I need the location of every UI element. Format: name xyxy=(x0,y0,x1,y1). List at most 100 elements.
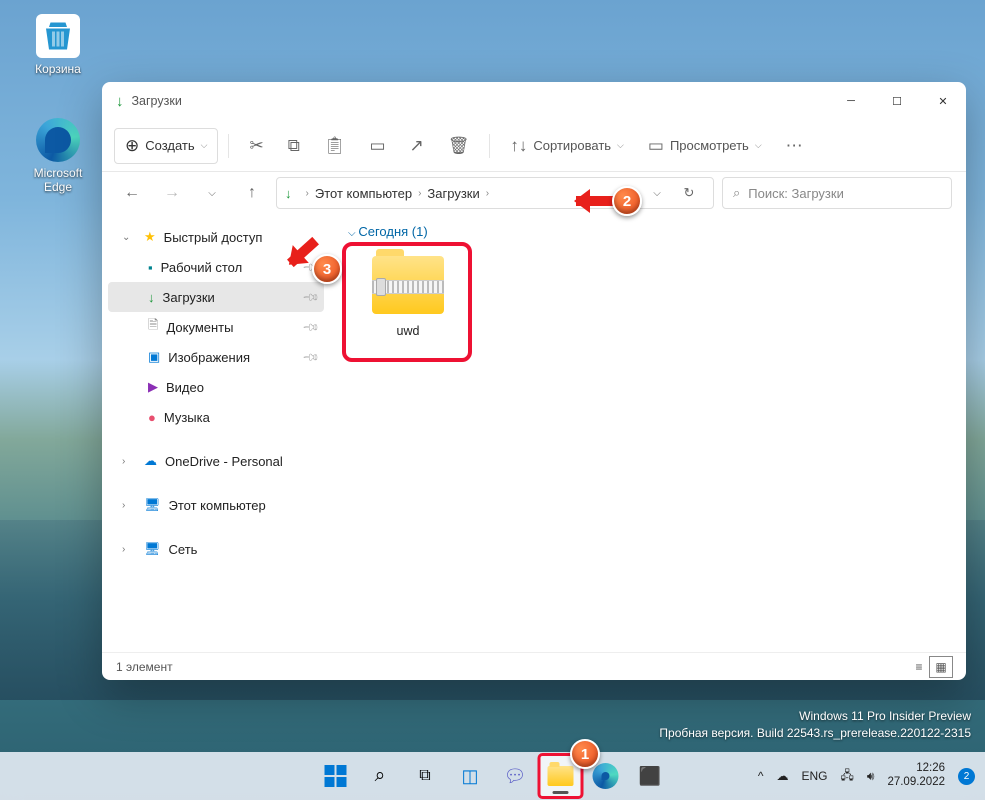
paste-icon: 📋︎ xyxy=(324,136,346,156)
file-item-uwd[interactable]: uwd xyxy=(348,248,468,338)
sidebar: ⌄★Быстрый доступ ▪Рабочий стол📌︎ ↓Загруз… xyxy=(102,214,330,652)
download-icon: ↓ xyxy=(148,290,155,305)
tray-volume-icon[interactable]: 🔊︎ xyxy=(867,769,875,784)
recent-button[interactable]: ⌵ xyxy=(196,177,228,209)
folder-icon xyxy=(547,766,573,786)
trash-icon: 🗑︎ xyxy=(448,136,470,156)
taskbar: ⌕ ⧉ ◫ 💬︎ ⬛ ^ ☁ ENG 🖧︎ 🔊︎ 12:2627.09.2022… xyxy=(0,752,985,800)
annotation-marker-2: 2 xyxy=(612,186,642,216)
sidebar-item-pictures[interactable]: ▣Изображения📌︎ xyxy=(108,342,324,372)
sidebar-item-documents[interactable]: 🗎Документы📌︎ xyxy=(108,312,324,342)
paste-button[interactable]: 📋︎ xyxy=(314,128,356,164)
status-text: 1 элемент xyxy=(116,660,173,674)
sidebar-item-onedrive[interactable]: ›☁OneDrive - Personal xyxy=(108,446,324,476)
content-pane[interactable]: ⌵ Сегодня (1) uwd xyxy=(330,214,966,652)
nav-row: ← → ⌵ ↑ ↓› Этот компьютер› Загрузки› ⌵ ↻… xyxy=(102,172,966,214)
system-tray: ^ ☁ ENG 🖧︎ 🔊︎ 12:2627.09.2022 2 xyxy=(758,762,975,790)
delete-button[interactable]: 🗑︎ xyxy=(438,128,480,164)
group-header-today[interactable]: ⌵ Сегодня (1) xyxy=(348,224,948,239)
picture-icon: ▣ xyxy=(148,349,160,365)
tray-notifications[interactable]: 2 xyxy=(958,768,975,785)
desktop-icon: ▪ xyxy=(148,260,153,275)
copy-button[interactable]: ⧉ xyxy=(278,128,310,164)
tray-language[interactable]: ENG xyxy=(801,769,827,783)
breadcrumb-pc[interactable]: Этот компьютер xyxy=(315,186,412,201)
sidebar-item-music[interactable]: ●Музыка xyxy=(108,402,324,432)
recycle-bin-icon xyxy=(36,14,80,58)
desktop-icon-edge[interactable]: Microsoft Edge xyxy=(20,118,96,194)
file-name: uwd xyxy=(348,324,468,338)
taskview-icon: ⧉ xyxy=(419,767,430,785)
sort-button[interactable]: ↑↓Сортировать⌵ xyxy=(500,128,634,164)
pc-icon: 🖥︎ xyxy=(144,497,161,513)
minimize-button[interactable]: ─ xyxy=(828,85,874,117)
tray-network-icon[interactable]: 🖧︎ xyxy=(840,766,853,787)
sidebar-item-videos[interactable]: ▶Видео xyxy=(108,372,324,402)
zip-folder-icon xyxy=(372,256,444,314)
watermark: Windows 11 Pro Insider PreviewПробная ве… xyxy=(659,708,971,742)
desktop-icon-label: Microsoft Edge xyxy=(20,166,96,194)
store-icon: ⬛ xyxy=(639,766,661,787)
search-placeholder: Поиск: Загрузки xyxy=(748,186,844,201)
edge-icon xyxy=(592,763,618,789)
share-button[interactable]: ↗ xyxy=(400,128,434,164)
search-box[interactable]: ⌕ Поиск: Загрузки xyxy=(722,177,952,209)
maximize-button[interactable]: ☐ xyxy=(874,85,920,117)
breadcrumb-downloads[interactable]: Загрузки xyxy=(427,186,479,201)
address-bar[interactable]: ↓› Этот компьютер› Загрузки› ⌵ ↻ xyxy=(276,177,714,209)
desktop-icon-recycle-bin[interactable]: Корзина xyxy=(20,14,96,76)
video-icon: ▶ xyxy=(148,379,158,395)
chat-icon: 💬︎ xyxy=(504,766,527,787)
taskbar-chat[interactable]: 💬︎ xyxy=(495,756,535,796)
search-icon: ⌕ xyxy=(733,185,740,201)
annotation-arrow-2 xyxy=(576,196,614,206)
search-icon: ⌕ xyxy=(375,765,386,787)
titlebar[interactable]: ↓ Загрузки ─ ☐ ✕ xyxy=(102,82,966,120)
document-icon: 🗎 xyxy=(148,316,158,338)
annotation-marker-3: 3 xyxy=(312,254,342,284)
tray-chevron[interactable]: ^ xyxy=(758,769,764,783)
start-button[interactable] xyxy=(315,756,355,796)
edge-icon xyxy=(36,118,80,162)
rename-button[interactable]: ▭ xyxy=(359,128,395,164)
cloud-icon: ☁ xyxy=(144,453,157,469)
sort-icon: ↑↓ xyxy=(510,136,527,156)
more-button[interactable]: ⋯ xyxy=(776,128,813,164)
sidebar-item-this-pc[interactable]: ›🖥︎Этот компьютер xyxy=(108,490,324,520)
up-button[interactable]: ↑ xyxy=(236,177,268,209)
network-icon: 🖥︎ xyxy=(144,541,161,557)
tray-clock[interactable]: 12:2627.09.2022 xyxy=(887,762,945,790)
forward-button[interactable]: → xyxy=(156,177,188,209)
status-bar: 1 элемент ≡ ▦ xyxy=(102,652,966,680)
file-explorer-window: ↓ Загрузки ─ ☐ ✕ ⊕Создать⌵ ✂ ⧉ 📋︎ ▭ ↗ 🗑︎… xyxy=(102,82,966,680)
taskbar-store[interactable]: ⬛ xyxy=(630,756,670,796)
view-button[interactable]: ▭Просмотреть⌵ xyxy=(638,128,772,164)
scissors-icon: ✂ xyxy=(249,136,263,156)
tray-onedrive-icon[interactable]: ☁ xyxy=(776,769,788,783)
pin-icon: 📌︎ xyxy=(301,317,320,336)
share-icon: ↗ xyxy=(410,136,424,156)
sidebar-item-network[interactable]: ›🖥︎Сеть xyxy=(108,534,324,564)
close-button[interactable]: ✕ xyxy=(920,85,966,117)
view-icon: ▭ xyxy=(648,136,664,156)
sidebar-item-downloads[interactable]: ↓Загрузки📌︎ xyxy=(108,282,324,312)
windows-icon xyxy=(324,765,346,787)
download-icon: ↓ xyxy=(116,93,124,110)
icons-view-button[interactable]: ▦ xyxy=(930,657,952,677)
copy-icon: ⧉ xyxy=(288,136,300,156)
taskbar-widgets[interactable]: ◫ xyxy=(450,756,490,796)
download-icon: ↓ xyxy=(285,186,292,201)
toolbar: ⊕Создать⌵ ✂ ⧉ 📋︎ ▭ ↗ 🗑︎ ↑↓Сортировать⌵ ▭… xyxy=(102,120,966,172)
more-icon: ⋯ xyxy=(786,136,803,156)
pin-icon: 📌︎ xyxy=(301,347,320,366)
cut-button[interactable]: ✂ xyxy=(239,128,273,164)
new-button[interactable]: ⊕Создать⌵ xyxy=(114,128,218,164)
refresh-button[interactable]: ↻ xyxy=(673,177,705,209)
window-title: Загрузки xyxy=(132,94,182,108)
taskbar-taskview[interactable]: ⧉ xyxy=(405,756,445,796)
details-view-button[interactable]: ≡ xyxy=(908,657,930,677)
taskbar-search[interactable]: ⌕ xyxy=(360,756,400,796)
back-button[interactable]: ← xyxy=(116,177,148,209)
dropdown-button[interactable]: ⌵ xyxy=(641,177,673,209)
annotation-marker-1: 1 xyxy=(570,739,600,769)
